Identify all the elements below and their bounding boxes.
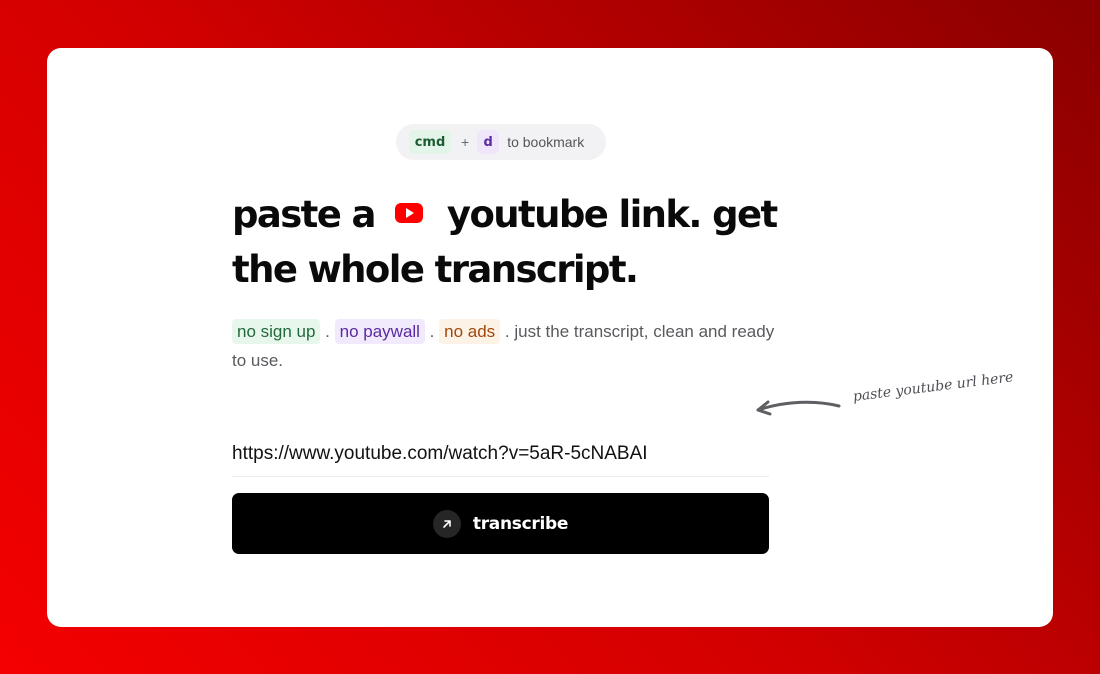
separator: . bbox=[424, 322, 440, 341]
arrow-up-right-icon bbox=[432, 509, 461, 538]
tag-no-sign-up: no sign up bbox=[232, 319, 321, 344]
d-key: d bbox=[477, 130, 500, 154]
youtube-logo-icon bbox=[394, 202, 423, 223]
background-frame: cmd + d to bookmark paste a youtube link.… bbox=[0, 0, 1100, 674]
main-card: cmd + d to bookmark paste a youtube link.… bbox=[47, 48, 1053, 627]
paste-hint: paste youtube url here bbox=[753, 369, 1033, 423]
transcribe-button[interactable]: transcribe bbox=[232, 493, 769, 554]
transcribe-label: transcribe bbox=[472, 513, 569, 534]
paste-hint-text: paste youtube url here bbox=[852, 369, 1015, 405]
tag-no-paywall: no paywall bbox=[334, 319, 425, 344]
youtube-url-input[interactable] bbox=[232, 432, 769, 477]
bookmark-label: to bookmark bbox=[507, 134, 585, 150]
plus-sign: + bbox=[461, 134, 470, 150]
curved-arrow-icon bbox=[756, 400, 841, 416]
page-title: paste a youtube link. get the whole trans… bbox=[232, 187, 792, 297]
bookmark-shortcut-hint: cmd + d to bookmark bbox=[396, 124, 606, 160]
separator: . bbox=[320, 322, 335, 341]
headline-part1: paste a bbox=[232, 193, 377, 236]
cmd-key: cmd bbox=[409, 130, 451, 154]
tag-no-ads: no ads bbox=[439, 319, 501, 344]
subtitle: no sign up . no paywall . no ads . just … bbox=[232, 317, 777, 375]
